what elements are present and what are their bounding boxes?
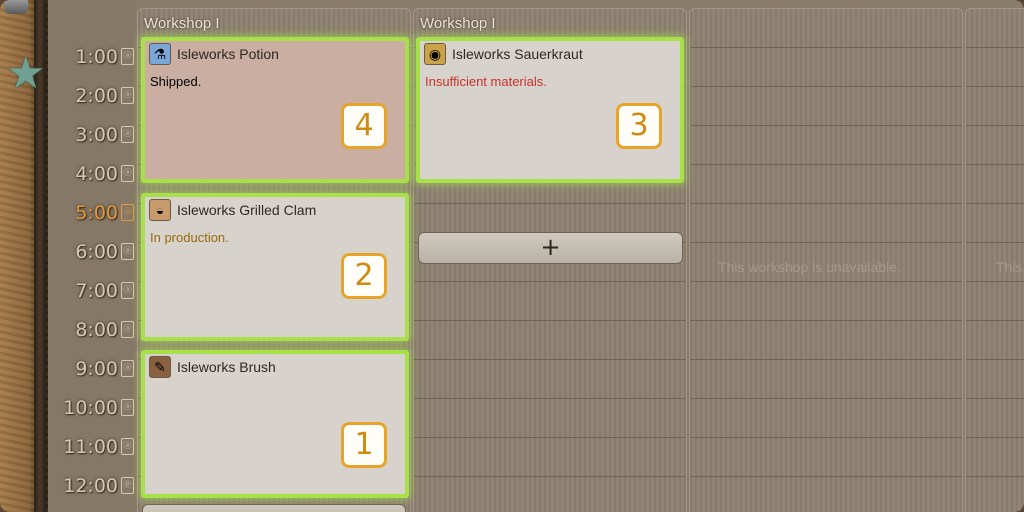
am-icon: ⓐ bbox=[121, 87, 134, 104]
unavailable-message: This bbox=[996, 259, 1023, 275]
time-label: 11:00 bbox=[63, 435, 118, 458]
card-title: Isleworks Grilled Clam bbox=[177, 202, 317, 218]
am-icon: ⓐ bbox=[121, 243, 134, 260]
order-badge: 2 bbox=[341, 253, 387, 299]
potion-icon: ⚗ bbox=[149, 43, 171, 65]
order-badge: 3 bbox=[616, 103, 662, 149]
add-item-button[interactable] bbox=[142, 504, 406, 512]
time-label: 12:00 bbox=[63, 474, 118, 497]
card-title: Isleworks Sauerkraut bbox=[452, 46, 583, 62]
am-icon: ⓐ bbox=[121, 321, 134, 338]
time-slot: 6:00 ⓐ bbox=[48, 232, 136, 271]
am-icon: ⓐ bbox=[121, 204, 134, 221]
am-icon: ⓐ bbox=[121, 48, 134, 65]
workshop-header: Workshop I bbox=[144, 15, 220, 32]
clam-icon: ◒ bbox=[149, 199, 171, 221]
workshop-header: Workshop I bbox=[420, 15, 496, 32]
time-label: 4:00 bbox=[75, 162, 118, 185]
time-column: 1:00 ⓐ 2:00 ⓐ 3:00 ⓐ 4:00 ⓐ 5:00 ⓐ 6:00 ⓐ 7:00 ⓐ 8:00 ⓐ… bbox=[48, 0, 136, 512]
time-label: 5:00 bbox=[75, 201, 118, 224]
time-slot: 11:00 ⓐ bbox=[48, 427, 136, 466]
order-badge: 4 bbox=[341, 103, 387, 149]
time-slot: 5:00 ⓐ bbox=[48, 193, 136, 232]
time-slot: 8:00 ⓐ bbox=[48, 310, 136, 349]
brush-icon: ✎ bbox=[149, 356, 171, 378]
time-slot: 3:00 ⓐ bbox=[48, 115, 136, 154]
am-icon: ⓐ bbox=[121, 438, 134, 455]
star-icon: ★ bbox=[6, 48, 46, 99]
agenda-card-brush[interactable]: ✎ Isleworks Brush 1 bbox=[141, 350, 409, 498]
am-icon: ⓐ bbox=[121, 282, 134, 299]
card-status: In production. bbox=[150, 230, 229, 245]
agenda-card-potion[interactable]: ⚗ Isleworks Potion Shipped. 4 bbox=[141, 37, 409, 183]
time-label: 8:00 bbox=[75, 318, 118, 341]
time-slot: 12:00 ⓟ bbox=[48, 466, 136, 505]
time-label: 9:00 bbox=[75, 357, 118, 380]
am-icon: ⓐ bbox=[121, 360, 134, 377]
workshop-column-3: This workshop is unavailable. bbox=[689, 8, 963, 512]
am-icon: ⓐ bbox=[121, 165, 134, 182]
card-status: Insufficient materials. bbox=[425, 74, 547, 89]
time-slot: 9:00 ⓐ bbox=[48, 349, 136, 388]
sauerkraut-icon: ◉ bbox=[424, 43, 446, 65]
time-label: 7:00 bbox=[75, 279, 118, 302]
am-icon: ⓐ bbox=[121, 399, 134, 416]
pm-icon: ⓟ bbox=[121, 477, 134, 494]
time-label: 3:00 bbox=[75, 123, 118, 146]
card-title: Isleworks Potion bbox=[177, 46, 279, 62]
card-title: Isleworks Brush bbox=[177, 359, 276, 375]
time-label: 1:00 bbox=[75, 45, 118, 68]
add-item-button[interactable]: + bbox=[418, 232, 683, 264]
time-label: 10:00 bbox=[63, 396, 118, 419]
unavailable-message: This workshop is unavailable. bbox=[718, 259, 901, 275]
card-status: Shipped. bbox=[150, 74, 202, 89]
order-badge: 1 bbox=[341, 422, 387, 468]
time-slot: 2:00 ⓐ bbox=[48, 76, 136, 115]
decorative-left-border: ★ bbox=[0, 0, 48, 512]
agenda-card-grilled-clam[interactable]: ◒ Isleworks Grilled Clam In production. … bbox=[141, 193, 409, 341]
workshop-agenda-panel: ★ 1:00 ⓐ 2:00 ⓐ 3:00 ⓐ 4:00 ⓐ 5:00 ⓐ 6:00 ⓐ 7:00 ⓐ 8:0… bbox=[0, 0, 1024, 512]
am-icon: ⓐ bbox=[121, 126, 134, 143]
time-label: 2:00 bbox=[75, 84, 118, 107]
time-slot: 10:00 ⓐ bbox=[48, 388, 136, 427]
time-slot: 7:00 ⓐ bbox=[48, 271, 136, 310]
agenda-card-sauerkraut[interactable]: ◉ Isleworks Sauerkraut Insufficient mate… bbox=[416, 37, 684, 183]
workshop-column-4: This bbox=[965, 8, 1024, 512]
time-slot: 1:00 ⓐ bbox=[48, 37, 136, 76]
time-slot: 4:00 ⓐ bbox=[48, 154, 136, 193]
time-label: 6:00 bbox=[75, 240, 118, 263]
hinge-icon bbox=[4, 0, 28, 14]
